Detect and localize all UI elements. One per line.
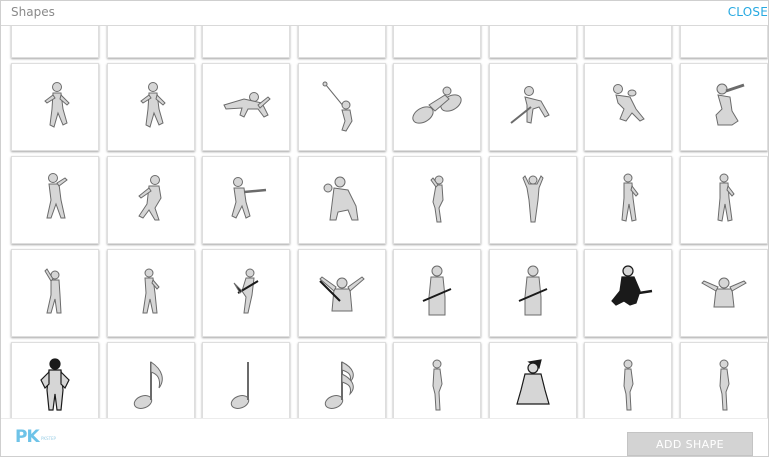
add-shape-button[interactable]: ADD SHAPE xyxy=(627,432,753,456)
high-jump-icon xyxy=(223,92,271,118)
guitarist-icon xyxy=(422,265,452,316)
shape-tile[interactable] xyxy=(679,249,768,337)
shape-tile[interactable] xyxy=(297,26,386,58)
rugby-player-icon xyxy=(613,84,645,122)
shape-tile[interactable] xyxy=(679,26,768,58)
shape-tile[interactable] xyxy=(393,156,481,244)
guitarist-icon xyxy=(518,265,547,316)
shape-tile[interactable] xyxy=(106,63,195,151)
shape-tile[interactable] xyxy=(297,249,386,337)
shape-tile[interactable] xyxy=(393,63,481,151)
baseball-swing-icon xyxy=(231,177,267,219)
woman-standing-icon xyxy=(718,359,730,411)
person-partial-icon xyxy=(119,26,183,46)
brand-logo: PK PKSTEP xyxy=(15,427,69,449)
dialog-footer: PK PKSTEP ADD SHAPE xyxy=(1,418,768,456)
sixteenth-note-icon xyxy=(324,361,354,409)
guitarist-jump-dark-icon xyxy=(611,265,653,306)
logo-subtext: PKSTEP xyxy=(41,436,56,441)
shape-tile[interactable] xyxy=(393,342,481,418)
shape-tile[interactable] xyxy=(297,342,386,418)
shape-tile[interactable] xyxy=(106,249,195,337)
woman-dancer-icon xyxy=(141,268,160,314)
eighth-note-icon xyxy=(133,361,163,409)
shape-tile[interactable] xyxy=(488,249,577,337)
woman-standing-icon xyxy=(623,359,634,411)
person-partial-icon xyxy=(310,26,374,46)
shape-tile[interactable] xyxy=(584,342,672,418)
shape-tile[interactable] xyxy=(679,63,768,151)
shape-tile[interactable] xyxy=(488,156,577,244)
shape-tile[interactable] xyxy=(106,342,195,418)
person-partial-icon xyxy=(23,26,87,46)
close-button[interactable]: CLOSE xyxy=(728,5,768,19)
shape-tile[interactable] xyxy=(202,26,290,58)
person-partial-icon xyxy=(501,26,565,46)
shape-tile[interactable] xyxy=(584,249,672,337)
dialog-header: Shapes CLOSE xyxy=(1,1,768,26)
runner-icon xyxy=(44,82,70,128)
shape-tile[interactable] xyxy=(11,63,99,151)
shape-tile[interactable] xyxy=(202,249,290,337)
shape-tile[interactable] xyxy=(393,249,481,337)
shape-tile[interactable] xyxy=(202,63,290,151)
shapes-grid-viewport[interactable] xyxy=(1,26,768,418)
shape-tile[interactable] xyxy=(297,63,386,151)
guitarist-jump-icon xyxy=(233,268,259,314)
shape-tile[interactable] xyxy=(106,26,195,58)
dancer-icon xyxy=(621,173,639,222)
shape-tile[interactable] xyxy=(679,342,768,418)
shape-tile[interactable] xyxy=(488,63,577,151)
shape-tile[interactable] xyxy=(106,156,195,244)
shape-tile[interactable] xyxy=(679,156,768,244)
logo-text: PK xyxy=(15,427,40,447)
shape-tile[interactable] xyxy=(488,342,577,418)
shape-tile[interactable] xyxy=(11,342,99,418)
disco-dancer-icon xyxy=(44,268,62,314)
shapes-dialog: Shapes CLOSE PK PKSTEP ADD SHAPE xyxy=(0,0,769,457)
person-partial-icon xyxy=(692,26,756,46)
woman-hood-dark-icon xyxy=(515,359,550,405)
person-partial-icon xyxy=(596,26,660,46)
person-partial-icon xyxy=(405,26,469,46)
shape-tile[interactable] xyxy=(11,249,99,337)
shape-tile[interactable] xyxy=(584,63,672,151)
runner-icon xyxy=(139,82,166,128)
woman-pose-icon xyxy=(430,175,444,223)
dancer-icon xyxy=(716,173,735,222)
cricket-batsman-icon xyxy=(714,83,744,126)
baseball-catcher-icon xyxy=(323,176,359,221)
guitarist-raise-icon xyxy=(318,276,365,312)
hammer-throw-icon xyxy=(322,81,353,132)
field-hockey-icon xyxy=(509,86,550,124)
man-hands-hips-dark-icon xyxy=(40,358,70,411)
baseball-batter-icon xyxy=(46,173,68,219)
cyclist-icon xyxy=(412,86,462,124)
dialog-title: Shapes xyxy=(11,5,55,19)
shape-tile[interactable] xyxy=(488,26,577,58)
shape-tile[interactable] xyxy=(584,156,672,244)
shape-tile[interactable] xyxy=(297,156,386,244)
shape-tile[interactable] xyxy=(202,342,290,418)
shape-tile[interactable] xyxy=(11,156,99,244)
woman-standing-icon xyxy=(432,359,443,411)
woman-hands-on-head-icon xyxy=(521,175,544,223)
shape-tile[interactable] xyxy=(584,26,672,58)
shapes-grid xyxy=(11,26,768,418)
shape-tile[interactable] xyxy=(11,26,99,58)
person-partial-icon xyxy=(214,26,278,46)
baseball-pitcher-icon xyxy=(137,175,162,221)
arms-raised-icon xyxy=(700,277,747,308)
shape-tile[interactable] xyxy=(202,156,290,244)
shape-tile[interactable] xyxy=(393,26,481,58)
half-note-icon xyxy=(230,362,250,409)
